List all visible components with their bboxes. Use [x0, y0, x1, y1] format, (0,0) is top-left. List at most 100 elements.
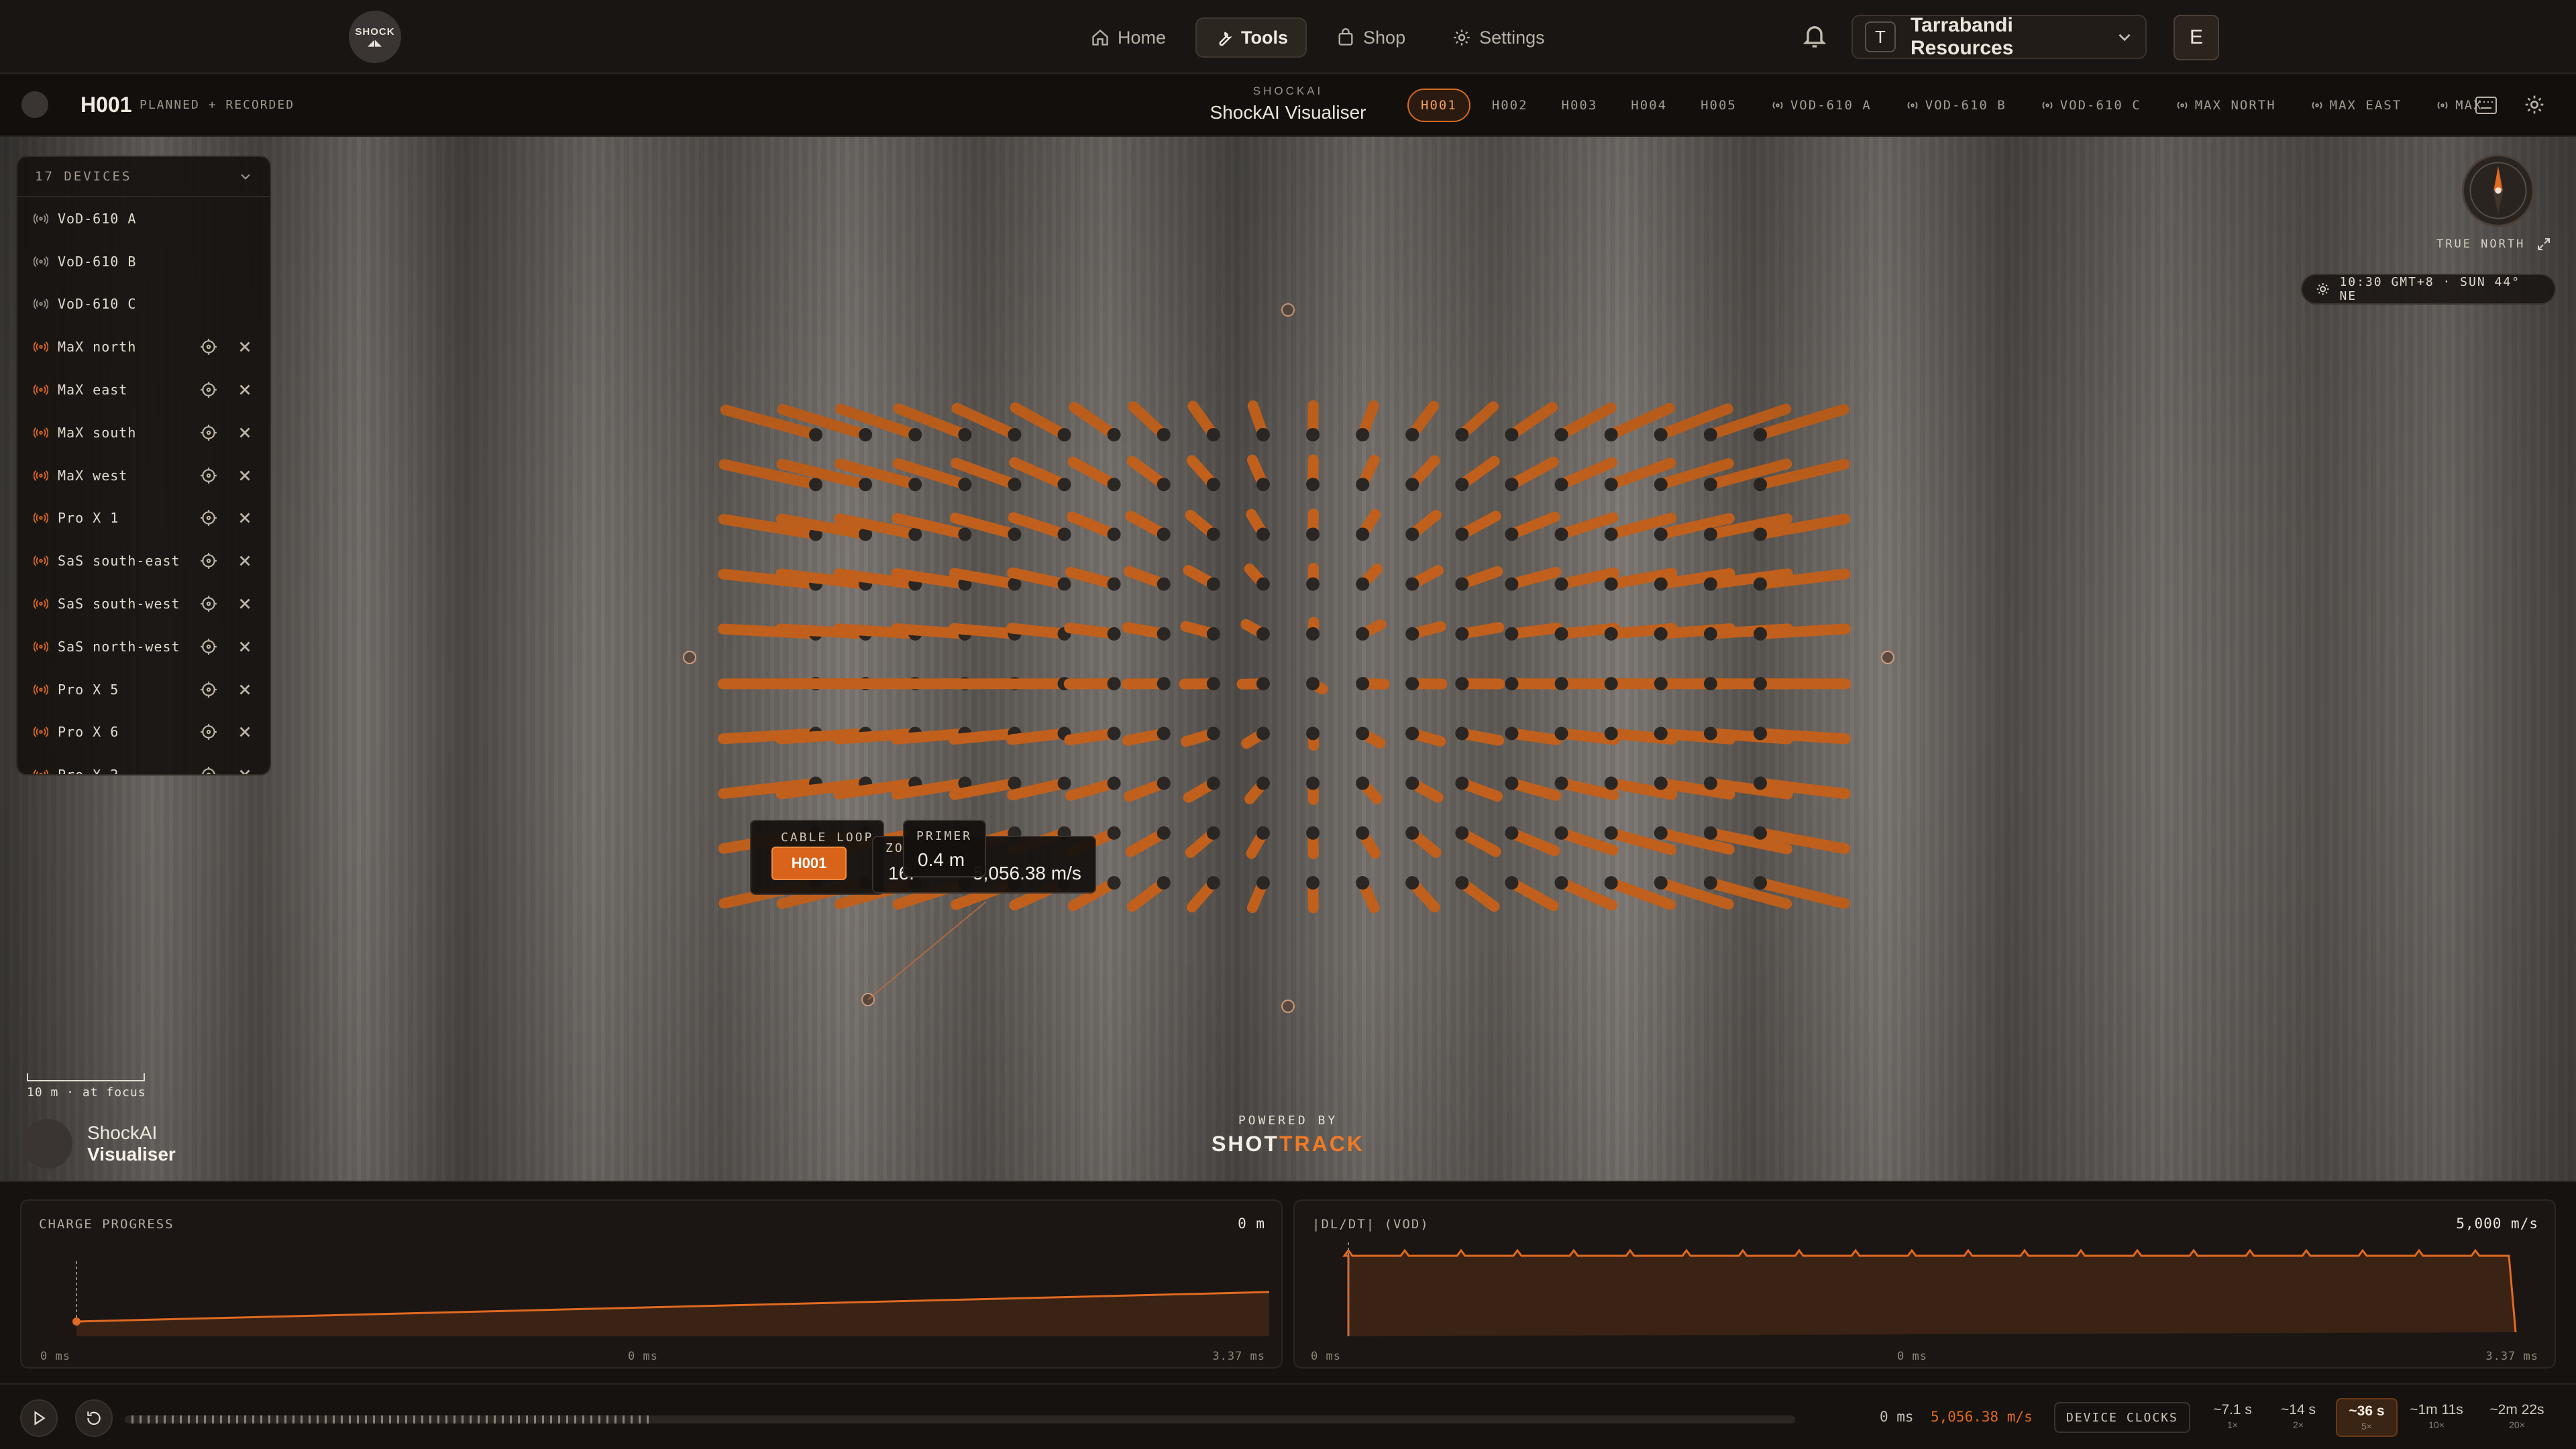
blast-hole[interactable] [1067, 456, 1120, 490]
target-icon[interactable] [200, 467, 217, 484]
blast-hole[interactable] [1506, 567, 1562, 590]
hole-chip-max-east[interactable]: MAX EAST [2298, 89, 2414, 122]
blast-hole[interactable] [1506, 827, 1560, 857]
device-row[interactable]: Pro X 1 [17, 497, 270, 540]
target-icon[interactable] [200, 424, 217, 441]
target-icon[interactable] [200, 595, 217, 612]
close-icon[interactable] [236, 766, 254, 775]
nav-settings[interactable]: Settings [1435, 17, 1562, 58]
target-icon[interactable] [200, 723, 217, 741]
shock-logo[interactable]: SHOCK ◢◣ [349, 11, 401, 63]
close-icon[interactable] [236, 467, 254, 484]
blast-hole[interactable] [1069, 402, 1120, 440]
target-icon[interactable] [200, 509, 217, 527]
blast-hole[interactable] [1506, 877, 1559, 912]
target-icon[interactable] [200, 766, 217, 775]
blast-hole[interactable] [949, 728, 1020, 745]
blast-hole[interactable] [1556, 402, 1617, 440]
blast-hole[interactable] [1064, 623, 1120, 639]
close-icon[interactable] [236, 638, 254, 655]
keyboard-icon[interactable] [2475, 97, 2497, 114]
blast-hole[interactable] [1064, 728, 1120, 745]
compass-icon[interactable] [2462, 154, 2534, 227]
close-icon[interactable] [236, 509, 254, 527]
blast-hole[interactable] [1506, 728, 1562, 745]
blast-hole[interactable] [1006, 623, 1070, 639]
device-row[interactable]: VoD-610 C [17, 283, 270, 326]
hole-chip-h003[interactable]: H003 [1550, 89, 1610, 122]
bell-icon[interactable] [1801, 23, 1828, 50]
device-marker[interactable] [683, 651, 696, 664]
close-icon[interactable] [236, 723, 254, 741]
nav-shop[interactable]: Shop [1319, 17, 1423, 58]
device-row[interactable]: VoD-610 B [17, 240, 270, 283]
blast-hole[interactable] [1556, 877, 1617, 911]
close-icon[interactable] [236, 381, 254, 398]
device-row[interactable]: SaS north-west [17, 625, 270, 668]
device-marker[interactable] [1281, 1000, 1295, 1013]
hole-chip-vod-610-a[interactable]: VOD-610 A [1758, 89, 1884, 122]
hole-chip-vod-610-c[interactable]: VOD-610 C [2028, 89, 2153, 122]
speed-option[interactable]: ~14 s 2× [2267, 1398, 2329, 1437]
close-icon[interactable] [236, 595, 254, 612]
close-icon[interactable] [236, 424, 254, 441]
user-avatar[interactable]: E [2174, 15, 2219, 60]
sun-position-pill[interactable]: 10:30 GMT+8 · SUN 44° NE [2301, 274, 2556, 305]
hole-chip-h005[interactable]: H005 [1688, 89, 1749, 122]
speed-option[interactable]: ~1m 11s 10× [2406, 1398, 2467, 1437]
device-row[interactable]: SaS south-west [17, 582, 270, 625]
blast-hole[interactable] [1506, 623, 1562, 639]
close-icon[interactable] [236, 552, 254, 570]
speed-option[interactable]: ~2m 22s 20× [2486, 1398, 2548, 1437]
nav-home[interactable]: Home [1073, 17, 1183, 58]
close-icon[interactable] [236, 681, 254, 698]
device-row[interactable]: Pro X 2 [17, 753, 270, 775]
device-marker[interactable] [1881, 651, 1894, 664]
blast-hole[interactable] [1066, 511, 1120, 540]
account-switcher[interactable]: T Tarrabandi Resources [1851, 14, 2147, 59]
play-button[interactable] [20, 1399, 58, 1437]
timeline-scrubber[interactable] [125, 1415, 1795, 1424]
blast-hole[interactable] [1506, 456, 1559, 490]
blast-pattern[interactable] [0, 137, 2576, 1181]
nav-tools[interactable]: Tools [1195, 17, 1307, 58]
target-icon[interactable] [200, 552, 217, 570]
speed-option[interactable]: ~7.1 s 1× [2202, 1398, 2263, 1437]
blast-hole[interactable] [1065, 566, 1120, 590]
target-icon[interactable] [200, 638, 217, 655]
hole-badge-h001[interactable]: H001 [771, 847, 847, 880]
blast-hole[interactable] [1506, 777, 1562, 801]
blast-hole[interactable] [1755, 728, 1851, 745]
hole-chip-h002[interactable]: H002 [1480, 89, 1540, 122]
device-row[interactable]: VoD-610 A [17, 197, 270, 240]
blast-hole[interactable] [1755, 623, 1851, 639]
blast-hole[interactable] [1008, 512, 1070, 540]
settings-gear-icon[interactable] [2524, 94, 2545, 115]
device-row[interactable]: Pro X 6 [17, 711, 270, 754]
hole-chip-vod-610-b[interactable]: VOD-610 B [1893, 89, 2019, 122]
device-row[interactable]: Pro X 5 [17, 668, 270, 711]
blast-hole[interactable] [1506, 511, 1560, 540]
target-icon[interactable] [200, 681, 217, 698]
device-row[interactable]: MaX north [17, 325, 270, 368]
blast-hole[interactable] [1010, 402, 1070, 440]
blast-hole[interactable] [1065, 777, 1120, 801]
blast-hole[interactable] [1009, 457, 1070, 490]
device-row[interactable]: MaX east [17, 368, 270, 411]
hole-chip-h004[interactable]: H004 [1619, 89, 1679, 122]
device-row[interactable]: MaX south [17, 411, 270, 454]
device-clocks-button[interactable]: DEVICE CLOCKS [2054, 1402, 2190, 1433]
hole-chip-max-north[interactable]: MAX NORTH [2163, 89, 2288, 122]
target-icon[interactable] [200, 381, 217, 398]
target-icon[interactable] [200, 338, 217, 356]
blast-hole[interactable] [1556, 457, 1618, 490]
speed-option[interactable]: ~36 s 5× [2336, 1398, 2398, 1437]
blast-hole[interactable] [949, 623, 1020, 639]
blast-hole[interactable] [1006, 728, 1070, 745]
hole-chip-h001[interactable]: H001 [1407, 89, 1470, 122]
restart-button[interactable] [75, 1399, 113, 1437]
device-marker[interactable] [1281, 303, 1295, 317]
blast-viewport[interactable]: 17 DEVICES VoD-610 A VoD-610 B VoD-610 C Ma… [0, 137, 2576, 1181]
device-row[interactable]: MaX west [17, 454, 270, 497]
blast-hole[interactable] [1506, 402, 1558, 440]
